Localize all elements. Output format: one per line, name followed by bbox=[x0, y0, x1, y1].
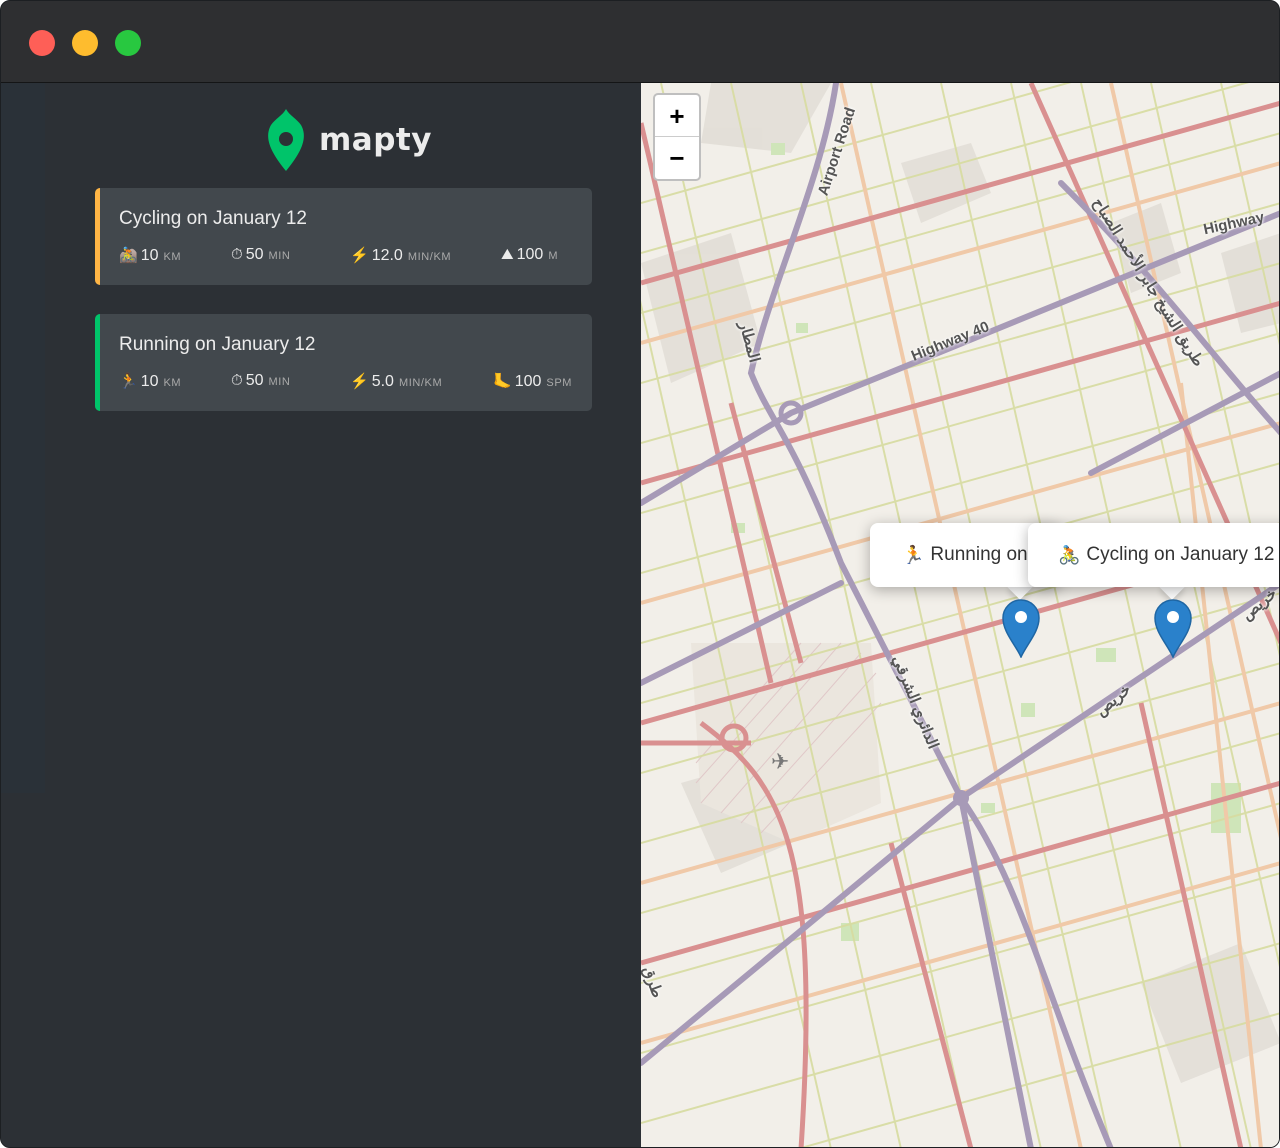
stat-cadence: 🦶 100 spm bbox=[493, 372, 572, 391]
stat-unit: spm bbox=[546, 377, 573, 389]
stat-value: 10 bbox=[140, 247, 159, 264]
map-pin-icon bbox=[268, 109, 304, 171]
stat-pace: ⚡️ 12.0 min/km bbox=[350, 246, 451, 265]
runner-icon: 🏃 bbox=[902, 544, 925, 565]
svg-text:✈: ✈ bbox=[771, 750, 789, 775]
app-window: mapty Cycling on January 12 🚵 10 km ⏱ 50… bbox=[0, 0, 1280, 1148]
stat-value: 100 bbox=[516, 246, 544, 263]
logo: mapty bbox=[267, 109, 432, 171]
workout-card-cycling[interactable]: Cycling on January 12 🚵 10 km ⏱ 50 min ⚡… bbox=[95, 188, 592, 285]
zoom-out-button[interactable]: − bbox=[655, 137, 699, 179]
workout-card-running[interactable]: Running on January 12 🏃 10 km ⏱ 50 min ⚡… bbox=[95, 314, 592, 411]
stat-duration: ⏱ 50 min bbox=[231, 246, 290, 264]
stat-unit: m bbox=[548, 250, 559, 262]
stat-unit: min bbox=[268, 250, 291, 262]
zoom-control: + − bbox=[653, 93, 701, 181]
sidebar-edge bbox=[1, 83, 45, 793]
runner-icon: 🏃 bbox=[119, 373, 138, 390]
stat-unit: min/km bbox=[398, 377, 443, 389]
stopwatch-icon: ⏱ bbox=[231, 246, 243, 263]
stat-value: 12.0 bbox=[371, 247, 403, 264]
stat-pace: ⚡️ 5.0 min/km bbox=[350, 372, 442, 391]
map-marker-running[interactable] bbox=[1001, 598, 1041, 658]
stat-unit: km bbox=[163, 251, 182, 263]
stat-distance: 🏃 10 km bbox=[119, 372, 181, 391]
lightning-icon: ⚡️ bbox=[350, 247, 369, 264]
stopwatch-icon: ⏱ bbox=[231, 372, 243, 389]
workout-title: Running on January 12 bbox=[119, 334, 316, 355]
zoom-window-button[interactable] bbox=[115, 30, 141, 56]
stat-value: 5.0 bbox=[371, 373, 394, 390]
stat-elevation: ⛰ 100 m bbox=[501, 246, 558, 264]
workout-accent-bar bbox=[95, 314, 100, 411]
minimize-window-button[interactable] bbox=[72, 30, 98, 56]
sidebar: mapty Cycling on January 12 🚵 10 km ⏱ 50… bbox=[1, 83, 641, 1147]
zoom-in-button[interactable]: + bbox=[655, 95, 699, 137]
stat-duration: ⏱ 50 min bbox=[231, 372, 290, 390]
logo-text: mapty bbox=[319, 122, 432, 158]
stat-unit: km bbox=[163, 377, 182, 389]
stat-unit: min/km bbox=[407, 251, 452, 263]
map-view[interactable]: ✈ Airport Road Highway 40 Highway المطار… bbox=[641, 83, 1279, 1147]
mountain-icon: ⛰ bbox=[501, 246, 514, 263]
cyclist-icon: 🚴 bbox=[1058, 544, 1081, 565]
stat-value: 50 bbox=[245, 246, 264, 263]
stat-value: 10 bbox=[140, 373, 159, 390]
foot-icon: 🦶 bbox=[493, 373, 512, 390]
cyclist-icon: 🚵 bbox=[119, 247, 138, 264]
map-marker-cycling[interactable] bbox=[1153, 598, 1193, 658]
stat-distance: 🚵 10 km bbox=[119, 246, 181, 265]
workout-title: Cycling on January 12 bbox=[119, 208, 307, 229]
title-bar bbox=[1, 1, 1279, 83]
lightning-icon: ⚡️ bbox=[350, 373, 369, 390]
stat-value: 100 bbox=[514, 373, 542, 390]
stat-value: 50 bbox=[245, 372, 264, 389]
popup-cycling[interactable]: 🚴 Cycling on January 12 bbox=[1028, 523, 1279, 587]
stat-unit: min bbox=[268, 376, 291, 388]
popup-text: Cycling on January 12 bbox=[1086, 544, 1275, 565]
close-window-button[interactable] bbox=[29, 30, 55, 56]
workout-accent-bar bbox=[95, 188, 100, 285]
